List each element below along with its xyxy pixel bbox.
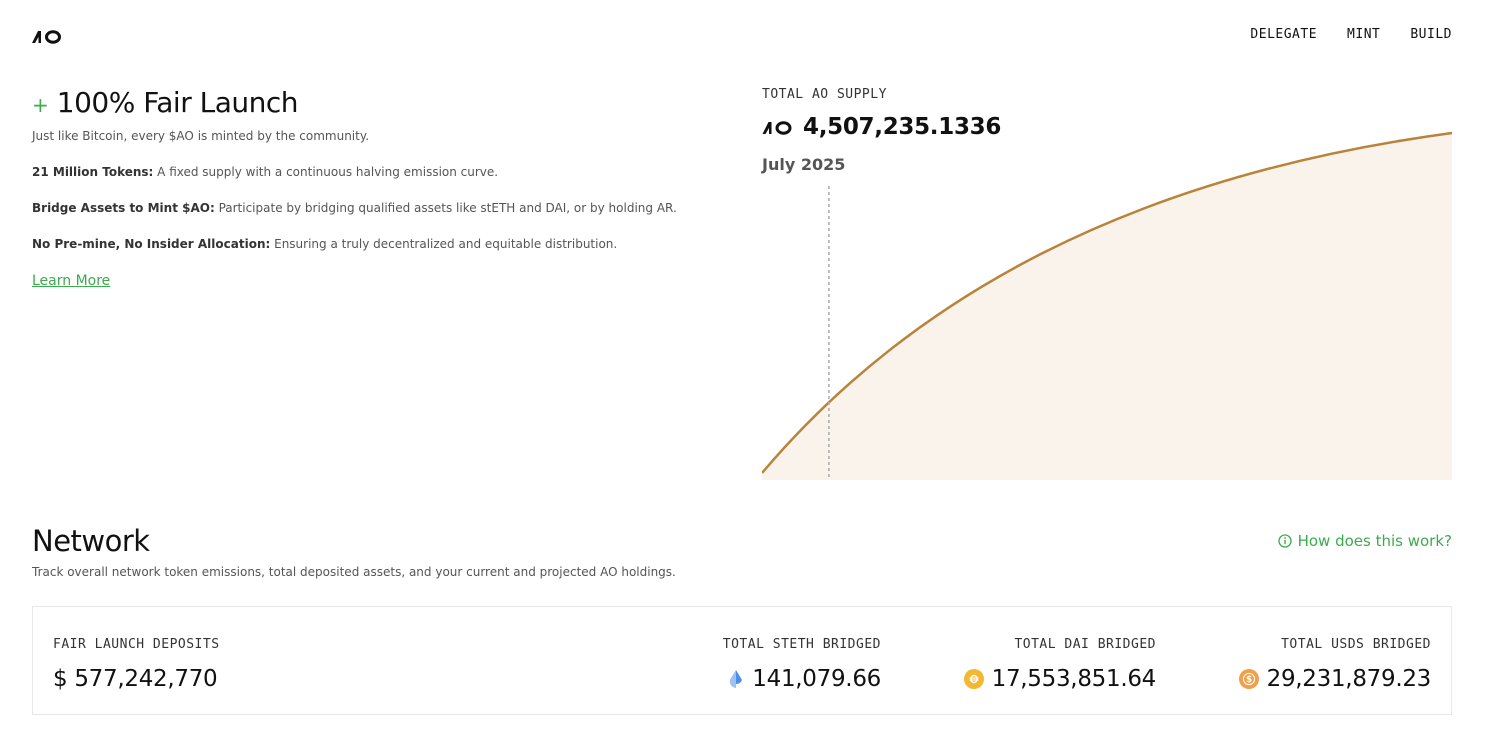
stat-total-steth: TOTAL STETH BRIDGED 141,079.66 [722, 637, 882, 692]
usds-coin-icon: $ [1238, 669, 1259, 689]
steth-drop-icon [730, 670, 743, 688]
info-icon [1277, 534, 1292, 548]
plus-icon: + [32, 93, 49, 117]
supply-curve-fill [762, 133, 1452, 480]
stat-value-row: $ 29,231,879.23 [1238, 666, 1432, 692]
nav-delegate[interactable]: DELEGATE [1250, 27, 1317, 42]
supply-emission-chart[interactable] [762, 126, 1452, 480]
feature-bridge-text: Participate by bridging qualified assets… [214, 201, 677, 215]
hero-heading: + 100% Fair Launch [32, 86, 712, 119]
ao-token-icon [762, 121, 792, 135]
total-supply-value: 4,507,235.1336 [803, 114, 1002, 140]
feature-no-premine-bold: No Pre-mine, No Insider Allocation: [32, 237, 271, 251]
hero-intro: Just like Bitcoin, every $AO is minted b… [32, 129, 370, 143]
stat-value-row: 141,079.66 [723, 666, 881, 692]
stat-value-row: 17,553,851.64 [963, 666, 1157, 692]
stat-value: 141,079.66 [752, 666, 881, 692]
total-supply-row: 4,507,235.1336 [762, 114, 1001, 140]
stat-total-usds: TOTAL USDS BRIDGED $ 29,231,879.23 [1238, 637, 1432, 692]
feature-supply-bold: 21 Million Tokens: [32, 165, 154, 179]
stat-value: $ 577,242,770 [53, 666, 218, 692]
top-nav: DELEGATE MINT BUILD [1250, 27, 1452, 42]
stat-label: TOTAL USDS BRIDGED [1281, 637, 1431, 652]
feature-supply: 21 Million Tokens: A fixed supply with a… [32, 163, 712, 181]
dai-coin-icon [963, 669, 984, 689]
hero-title: 100% Fair Launch [56, 86, 299, 119]
feature-no-premine: No Pre-mine, No Insider Allocation: Ensu… [32, 235, 712, 253]
feature-no-premine-text: Ensuring a truly decentralized and equit… [270, 237, 618, 251]
nav-build[interactable]: BUILD [1410, 27, 1452, 42]
stat-value: 29,231,879.23 [1266, 666, 1432, 692]
bridge-stats-panel: FAIR LAUNCH DEPOSITS $ 577,242,770 TOTAL… [32, 606, 1452, 715]
stat-label: TOTAL DAI BRIDGED [1014, 637, 1156, 652]
stat-value: 17,553,851.64 [991, 666, 1157, 692]
stat-label: FAIR LAUNCH DEPOSITS [53, 637, 220, 652]
svg-text:$: $ [1246, 675, 1252, 685]
feature-bridge-bold: Bridge Assets to Mint $AO: [32, 201, 215, 215]
nav-mint[interactable]: MINT [1347, 27, 1380, 42]
how-does-this-work-link[interactable]: How does this work? [1277, 532, 1452, 550]
network-title: Network [32, 524, 150, 558]
feature-supply-text: A fixed supply with a continuous halving… [153, 165, 499, 179]
fair-launch-section: + 100% Fair Launch Just like Bitcoin, ev… [32, 86, 712, 289]
how-link-label: How does this work? [1297, 532, 1452, 550]
network-subtitle: Track overall network token emissions, t… [32, 565, 676, 579]
stat-total-dai: TOTAL DAI BRIDGED 17,553,851.64 [963, 637, 1157, 692]
supply-date: July 2025 [762, 155, 846, 174]
stat-label: TOTAL STETH BRIDGED [722, 637, 881, 652]
feature-bridge: Bridge Assets to Mint $AO: Participate b… [32, 199, 712, 217]
learn-more-link[interactable]: Learn More [32, 273, 110, 289]
total-supply-label: TOTAL AO SUPPLY [762, 87, 887, 102]
ao-logo[interactable] [32, 28, 62, 44]
stat-fair-launch-deposits: FAIR LAUNCH DEPOSITS $ 577,242,770 [53, 637, 220, 692]
